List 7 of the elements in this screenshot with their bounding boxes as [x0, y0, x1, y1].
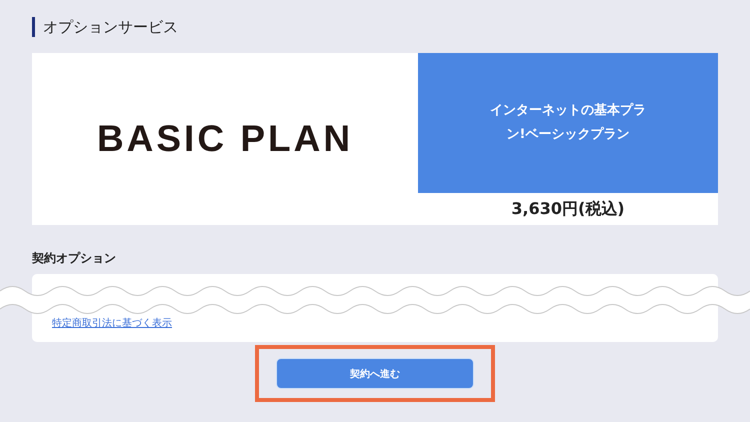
options-title: 契約オプション	[32, 250, 117, 266]
legal-notice-link[interactable]: 特定商取引法に基づく表示	[52, 318, 172, 329]
plan-name: インターネットの基本プラン!ベーシックプラン	[489, 102, 647, 144]
section-title: オプションサービス	[32, 17, 718, 37]
plan-logo: BASIC PLAN	[96, 117, 354, 161]
proceed-button[interactable]: 契約へ進む	[276, 358, 474, 389]
plan-price: 3,630円(税込)	[510, 198, 626, 220]
